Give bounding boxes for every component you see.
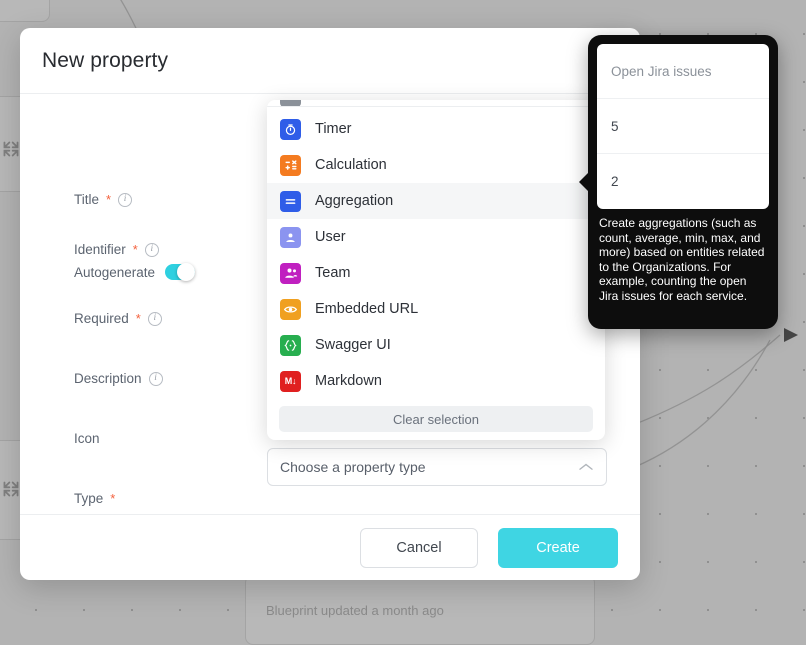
new-property-dialog: New property Title * i Identifier * i Au… <box>20 28 640 580</box>
bg-node-bottom[interactable]: Blueprint updated a month ago <box>245 575 595 645</box>
property-type-dropdown[interactable]: Timer Calculation Aggregation <box>267 100 605 440</box>
list-item-label: Swagger UI <box>315 338 391 353</box>
preview-row: 5 <box>597 99 769 154</box>
property-type-select[interactable]: Choose a property type <box>267 448 607 486</box>
list-item-embedded-url[interactable]: Embedded URL <box>267 291 605 327</box>
property-type-select-value: Choose a property type <box>280 459 426 475</box>
markdown-icon: M↓ <box>280 371 301 392</box>
divider <box>267 106 605 107</box>
list-item-calculation[interactable]: Calculation <box>267 147 605 183</box>
dialog-header: New property <box>20 28 640 94</box>
bg-node-top[interactable] <box>0 0 50 22</box>
chevron-up-icon <box>578 461 594 474</box>
info-icon-identifier[interactable]: i <box>145 243 159 257</box>
info-icon-title[interactable]: i <box>118 193 132 207</box>
field-icon: Icon <box>74 431 100 446</box>
field-description: Description i <box>74 371 163 386</box>
dialog-footer: Cancel Create <box>20 514 640 580</box>
list-item-label: Team <box>315 266 350 281</box>
list-item-label: Embedded URL <box>315 302 418 317</box>
list-item-aggregation[interactable]: Aggregation <box>267 183 605 219</box>
list-item-label: User <box>315 230 346 245</box>
list-item-markdown[interactable]: M↓ Markdown <box>267 363 605 396</box>
list-item-team[interactable]: Team <box>267 255 605 291</box>
expand-arrows-icon-2[interactable] <box>2 480 20 498</box>
autogenerate-row: Autogenerate <box>74 264 195 280</box>
required-asterisk-title: * <box>106 192 111 207</box>
user-icon <box>280 227 301 248</box>
clear-selection-button[interactable]: Clear selection <box>279 406 593 432</box>
preview-header: Open Jira issues <box>597 44 769 99</box>
team-icon <box>280 263 301 284</box>
popover-description: Create aggregations (such as count, aver… <box>597 216 769 304</box>
field-label-identifier: Identifier <box>74 242 126 257</box>
autogenerate-label: Autogenerate <box>74 265 155 280</box>
preview-row: 2 <box>597 154 769 209</box>
required-asterisk-type: * <box>110 491 115 506</box>
autogenerate-toggle[interactable] <box>165 264 195 280</box>
toggle-knob <box>177 263 195 281</box>
calculator-icon <box>280 155 301 176</box>
field-label-required: Required <box>74 311 129 326</box>
page-title: New property <box>42 49 168 73</box>
field-identifier: Identifier * i <box>74 242 159 257</box>
field-label-title: Title <box>74 192 99 207</box>
field-required: Required * i <box>74 311 162 326</box>
required-asterisk-required: * <box>136 311 141 326</box>
info-icon-required[interactable]: i <box>148 312 162 326</box>
list-item-swagger-ui[interactable]: Swagger UI <box>267 327 605 363</box>
popover-arrow <box>579 172 589 192</box>
swagger-icon <box>280 335 301 356</box>
field-type: Type * <box>74 491 115 506</box>
aggregation-icon <box>280 191 301 212</box>
field-title: Title * i <box>74 192 132 207</box>
popover-preview-card: Open Jira issues 5 2 <box>597 44 769 209</box>
field-label-type: Type <box>74 491 103 506</box>
list-item-label: Timer <box>315 122 352 137</box>
eye-icon <box>280 299 301 320</box>
expand-arrows-icon[interactable] <box>2 140 20 158</box>
info-icon-description[interactable]: i <box>149 372 163 386</box>
field-label-icon: Icon <box>74 431 100 446</box>
list-item-label: Markdown <box>315 374 382 389</box>
required-asterisk-identifier: * <box>133 242 138 257</box>
partial-icon <box>280 100 301 106</box>
list-item-user[interactable]: User <box>267 219 605 255</box>
list-item-label: Aggregation <box>315 194 393 209</box>
aggregation-help-popover: Open Jira issues 5 2 Create aggregations… <box>588 35 778 329</box>
list-item-timer[interactable]: Timer <box>267 111 605 147</box>
create-button[interactable]: Create <box>498 528 618 568</box>
cancel-button[interactable]: Cancel <box>360 528 478 568</box>
timer-icon <box>280 119 301 140</box>
field-label-description: Description <box>74 371 142 386</box>
dropdown-scroll-area[interactable]: Timer Calculation Aggregation <box>267 100 605 396</box>
list-item-label: Calculation <box>315 158 387 173</box>
